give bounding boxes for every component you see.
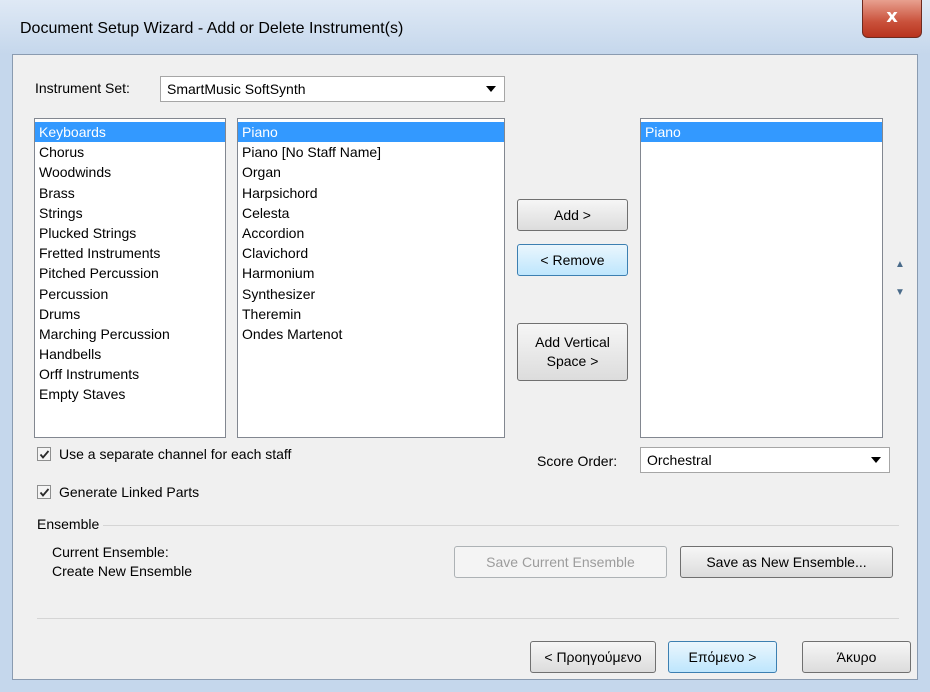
remove-button-label: < Remove — [540, 252, 605, 268]
ensemble-divider — [103, 525, 899, 526]
list-item[interactable]: Piano [No Staff Name] — [238, 142, 504, 162]
list-item[interactable]: Clavichord — [238, 243, 504, 263]
add-button[interactable]: Add > — [517, 199, 628, 231]
list-item[interactable]: Keyboards — [35, 122, 225, 143]
list-item[interactable]: Piano — [641, 122, 882, 143]
list-item[interactable]: Pitched Percussion — [35, 263, 225, 283]
save-current-ensemble-label: Save Current Ensemble — [486, 554, 635, 570]
save-as-new-ensemble-button[interactable]: Save as New Ensemble... — [680, 546, 893, 578]
linked-parts-checkbox[interactable] — [37, 485, 51, 499]
instrument-set-label: Instrument Set: — [35, 80, 130, 96]
list-item[interactable]: Drums — [35, 304, 225, 324]
cancel-button-label: Άκυρο — [836, 649, 877, 665]
list-item[interactable]: Fretted Instruments — [35, 243, 225, 263]
linked-parts-label[interactable]: Generate Linked Parts — [59, 484, 199, 500]
selected-instruments-list[interactable]: Piano — [640, 118, 883, 438]
list-item[interactable]: Marching Percussion — [35, 324, 225, 344]
list-item[interactable]: Harmonium — [238, 263, 504, 283]
window-frame-bottom — [0, 680, 930, 692]
list-item[interactable]: Plucked Strings — [35, 223, 225, 243]
wizard-window: Document Setup Wizard - Add or Delete In… — [0, 0, 930, 692]
category-list[interactable]: Keyboards Chorus Woodwinds Brass Strings… — [34, 118, 226, 438]
add-vertical-space-label-line2: Space > — [546, 353, 599, 369]
separate-channel-checkbox[interactable] — [37, 447, 51, 461]
window-title: Document Setup Wizard - Add or Delete In… — [20, 20, 404, 37]
instrument-list[interactable]: Piano Piano [No Staff Name] Organ Harpsi… — [237, 118, 505, 438]
save-current-ensemble-button[interactable]: Save Current Ensemble — [454, 546, 667, 578]
footer-divider — [37, 618, 899, 619]
list-item[interactable]: Celesta — [238, 203, 504, 223]
back-button[interactable]: < Προηγούμενο — [530, 641, 656, 673]
list-item[interactable]: Empty Staves — [35, 384, 225, 404]
save-as-new-ensemble-label: Save as New Ensemble... — [706, 554, 867, 570]
instrument-set-dropdown[interactable]: SmartMusic SoftSynth — [160, 76, 505, 102]
list-item[interactable]: Harpsichord — [238, 183, 504, 203]
next-button-label: Επόμενο > — [688, 649, 757, 665]
checkmark-icon — [39, 488, 50, 497]
list-item[interactable]: Organ — [238, 162, 504, 182]
dialog-body: Instrument Set: SmartMusic SoftSynth Key… — [12, 54, 918, 680]
list-item[interactable]: Brass — [35, 183, 225, 203]
chevron-down-icon — [871, 457, 881, 463]
back-button-label: < Προηγούμενο — [544, 649, 642, 665]
cancel-button[interactable]: Άκυρο — [802, 641, 911, 673]
current-ensemble-label: Current Ensemble: — [52, 544, 169, 560]
window-frame-right — [918, 54, 930, 692]
next-button[interactable]: Επόμενο > — [668, 641, 777, 673]
add-vertical-space-button[interactable]: Add Vertical Space > — [517, 323, 628, 381]
title-bar[interactable]: Document Setup Wizard - Add or Delete In… — [0, 0, 930, 54]
separate-channel-label[interactable]: Use a separate channel for each staff — [59, 446, 291, 462]
list-item[interactable]: Handbells — [35, 344, 225, 364]
close-button[interactable]: x — [862, 0, 922, 38]
list-item[interactable]: Woodwinds — [35, 162, 225, 182]
list-item[interactable]: Percussion — [35, 284, 225, 304]
remove-button[interactable]: < Remove — [517, 244, 628, 276]
score-order-label: Score Order: — [537, 453, 618, 469]
list-item[interactable]: Theremin — [238, 304, 504, 324]
chevron-down-icon — [486, 86, 496, 92]
checkmark-icon — [39, 450, 50, 459]
add-vertical-space-label-line1: Add Vertical — [535, 334, 610, 350]
instrument-set-value: SmartMusic SoftSynth — [167, 81, 306, 97]
score-order-dropdown[interactable]: Orchestral — [640, 447, 890, 473]
list-item[interactable]: Piano — [238, 122, 504, 143]
list-item[interactable]: Accordion — [238, 223, 504, 243]
list-item[interactable]: Synthesizer — [238, 284, 504, 304]
list-item[interactable]: Strings — [35, 203, 225, 223]
window-frame-left — [0, 54, 12, 692]
list-item[interactable]: Orff Instruments — [35, 364, 225, 384]
current-ensemble-value: Create New Ensemble — [52, 563, 193, 579]
list-item[interactable]: Chorus — [35, 142, 225, 162]
list-item[interactable]: Ondes Martenot — [238, 324, 504, 344]
move-down-icon[interactable]: ▼ — [893, 287, 907, 299]
ensemble-heading: Ensemble — [37, 516, 100, 532]
move-up-icon[interactable]: ▲ — [893, 259, 907, 271]
close-icon: x — [886, 6, 898, 27]
add-button-label: Add > — [554, 207, 591, 223]
score-order-value: Orchestral — [647, 452, 712, 468]
